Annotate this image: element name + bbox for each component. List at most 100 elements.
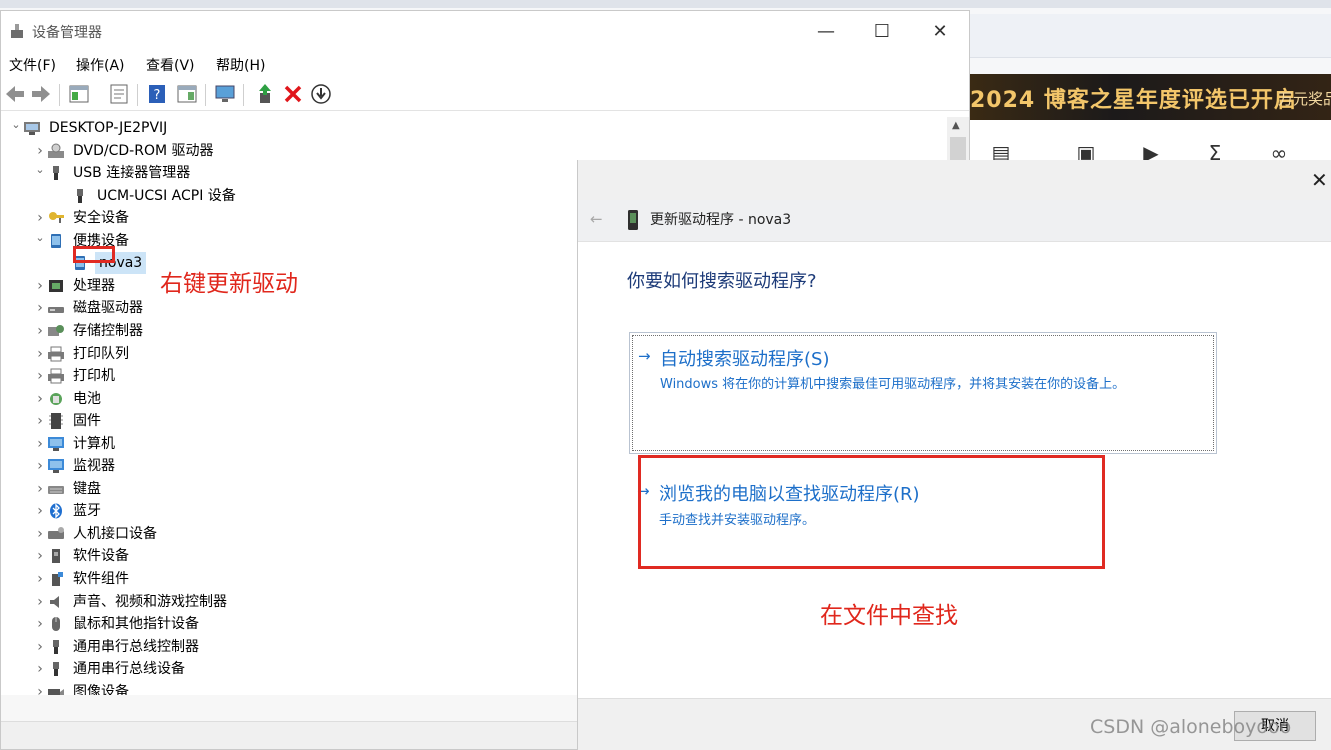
collapsed-chevron-icon[interactable]: › (33, 500, 47, 522)
collapsed-chevron-icon[interactable]: › (33, 568, 47, 590)
tree-node-label: 软件设备 (73, 548, 129, 565)
expanded-chevron-icon[interactable]: ⌄ (9, 117, 23, 136)
security-device-icon (49, 212, 64, 224)
disable-device-icon[interactable] (309, 82, 333, 106)
promo-banner[interactable]: 2024 博客之星年度评选已开启 万元奖品 (970, 74, 1331, 120)
speaker-icon (50, 595, 59, 608)
promo-banner-title: 2024 博客之星年度评选已开启 (970, 88, 1297, 113)
toolbar-separator (205, 84, 206, 106)
collapsed-chevron-icon[interactable]: › (33, 410, 47, 432)
tree-node-label: 计算机 (73, 435, 115, 452)
dvd-drive-icon (48, 143, 64, 158)
menu-help[interactable]: 帮助(H) (216, 55, 265, 75)
toolbar-separator (137, 84, 138, 106)
arrow-right-icon: → (638, 347, 651, 365)
usb-connector-icon (53, 639, 59, 654)
keyboard-icon (48, 485, 64, 494)
option-description: Windows 将在你的计算机中搜索最佳可用驱动程序，并将其安装在你的设备上。 (660, 377, 1126, 392)
usb-connector-icon (77, 188, 83, 203)
tree-node-label: 人机接口设备 (73, 525, 157, 542)
collapsed-chevron-icon[interactable]: › (33, 343, 47, 365)
software-component-icon (52, 572, 63, 586)
collapsed-chevron-icon[interactable]: › (33, 388, 47, 410)
expanded-chevron-icon[interactable]: ⌄ (33, 227, 47, 249)
scroll-up-icon[interactable]: ▲ (952, 120, 960, 131)
show-hide-console-tree-icon[interactable] (67, 82, 91, 106)
tree-node-label: 安全设备 (73, 210, 129, 227)
update-driver-icon[interactable] (253, 82, 277, 106)
menu-action[interactable]: 操作(A) (76, 55, 125, 75)
tree-node-label: USB 连接器管理器 (73, 165, 191, 182)
promo-banner-subtitle: 万元奖品 (1278, 90, 1331, 108)
collapsed-chevron-icon[interactable]: › (33, 478, 47, 500)
printer-icon (48, 346, 64, 361)
tree-node-label: 蓝牙 (73, 503, 101, 520)
tree-node-label: 打印机 (73, 368, 115, 385)
dialog-question: 你要如何搜索驱动程序? (627, 271, 817, 292)
collapsed-chevron-icon[interactable]: › (33, 297, 47, 319)
processor-icon (49, 279, 63, 292)
tree-node-label: 软件组件 (73, 571, 129, 587)
auto-search-driver-option[interactable]: → 自动搜索驱动程序(S) Windows 将在你的计算机中搜索最佳可用驱动程序… (629, 332, 1217, 454)
tree-node-label: 磁盘驱动器 (73, 300, 143, 317)
tree-node-label: 通用串行总线设备 (73, 661, 185, 678)
tree-node-label: 电池 (73, 390, 101, 407)
device-manager-titlebar: 设备管理器 — ☐ ✕ (1, 11, 969, 51)
collapsed-chevron-icon[interactable]: › (33, 275, 47, 297)
collapsed-chevron-icon[interactable]: › (33, 658, 47, 680)
collapsed-chevron-icon[interactable]: › (33, 433, 47, 455)
browser-address-bar[interactable] (970, 14, 1331, 58)
expanded-chevron-icon[interactable]: ⌄ (33, 159, 47, 181)
back-arrow-icon[interactable] (3, 82, 27, 106)
action-pane-icon[interactable] (175, 82, 199, 106)
menu-bar: 文件(F) 操作(A) 查看(V) 帮助(H) (1, 51, 969, 77)
editor-toolbar: ▤ ▣ ▶ Σ ∞ (970, 120, 1331, 165)
help-icon[interactable]: ? (145, 82, 169, 106)
menu-file[interactable]: 文件(F) (9, 55, 56, 75)
nova3-highlight-box (73, 246, 115, 263)
option-title: 自动搜索驱动程序(S) (660, 349, 830, 370)
toolbar-separator (59, 84, 60, 106)
browser-tab-strip (0, 0, 1331, 8)
close-button[interactable]: ✕ (917, 17, 963, 47)
collapsed-chevron-icon[interactable]: › (33, 320, 47, 342)
collapsed-chevron-icon[interactable]: › (33, 545, 47, 567)
collapsed-chevron-icon[interactable]: › (33, 591, 47, 613)
tree-node-label: 鼠标和其他指针设备 (73, 616, 199, 633)
tree-node-label: 键盘 (73, 480, 101, 497)
usb-connector-icon (53, 662, 59, 677)
collapsed-chevron-icon[interactable]: › (33, 681, 47, 695)
collapsed-chevron-icon[interactable]: › (33, 613, 47, 635)
tree-node-label: 图像设备 (73, 683, 129, 695)
tree-node-label: DESKTOP-JE2PVIJ (49, 120, 168, 136)
monitor-icon (48, 436, 64, 451)
tree-node-label: 打印队列 (73, 345, 129, 362)
properties-icon[interactable] (107, 82, 131, 106)
find-in-files-annotation: 在文件中查找 (820, 603, 958, 629)
bluetooth-icon (50, 503, 62, 519)
right-click-annotation: 右键更新驱动 (160, 271, 298, 297)
forward-arrow-icon[interactable] (29, 82, 53, 106)
uninstall-device-icon[interactable] (281, 82, 305, 106)
camera-icon (48, 688, 64, 695)
dialog-close-button[interactable]: ✕ (1311, 168, 1328, 192)
back-button[interactable]: ← (590, 210, 603, 228)
tree-node-label: 固件 (73, 413, 101, 430)
collapsed-chevron-icon[interactable]: › (33, 523, 47, 545)
minimize-button[interactable]: — (803, 17, 849, 47)
device-manager-icon (11, 24, 23, 38)
menu-view[interactable]: 查看(V) (146, 55, 195, 75)
maximize-button[interactable]: ☐ (859, 17, 905, 47)
tree-node-label: 处理器 (73, 277, 115, 294)
tree-node-label: 通用串行总线控制器 (73, 638, 199, 655)
mouse-icon (52, 617, 60, 632)
tree-node-label: 监视器 (73, 458, 115, 475)
monitor-icon (48, 459, 64, 474)
collapsed-chevron-icon[interactable]: › (33, 455, 47, 477)
firmware-icon (49, 413, 63, 430)
collapsed-chevron-icon[interactable]: › (33, 636, 47, 658)
storage-controller-icon (48, 324, 64, 336)
scan-hardware-icon[interactable] (213, 82, 237, 106)
collapsed-chevron-icon[interactable]: › (33, 365, 47, 387)
tree-node-label: 存储控制器 (73, 322, 143, 339)
